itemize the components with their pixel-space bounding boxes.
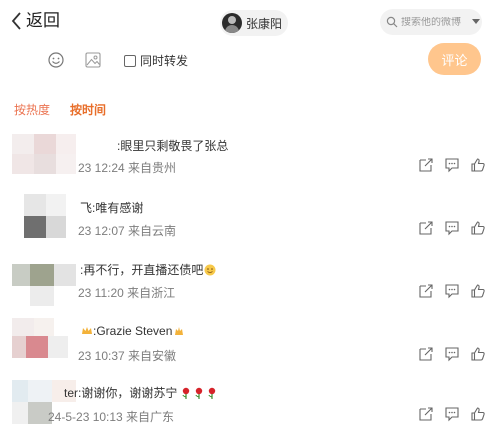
comment-text: :Grazie Steven bbox=[80, 324, 185, 338]
comment-item: :Grazie Steven 23 10:37 来自安徽 bbox=[0, 318, 500, 380]
comment-icon[interactable] bbox=[444, 283, 460, 299]
compose-toolbar: 同时转发 bbox=[0, 44, 500, 76]
comment-text-content: :Grazie Steven bbox=[93, 324, 173, 338]
comment-meta: 23 12:07 来自云南 bbox=[78, 224, 177, 238]
comment-text: ter:谢谢你，谢谢苏宁 bbox=[64, 384, 218, 401]
share-icon[interactable] bbox=[418, 157, 434, 173]
share-icon[interactable] bbox=[418, 346, 434, 362]
comment-item: ter:谢谢你，谢谢苏宁 24-5-23 10:13 来自广东 bbox=[0, 378, 500, 440]
rose-emoji-icon bbox=[208, 387, 216, 399]
comment-icon[interactable] bbox=[444, 157, 460, 173]
blurred-avatar bbox=[12, 134, 76, 194]
tab-sort-hot[interactable]: 按热度 bbox=[14, 101, 50, 118]
comment-text: :眼里只剩敬畏了张总 bbox=[117, 139, 229, 153]
like-icon[interactable] bbox=[470, 220, 486, 236]
share-icon[interactable] bbox=[418, 406, 434, 422]
smile-emoji-icon bbox=[204, 264, 216, 276]
comment-meta: 23 12:24 来自贵州 bbox=[78, 161, 177, 175]
avatar bbox=[222, 13, 242, 33]
comment-meta: 24-5-23 10:13 来自广东 bbox=[48, 410, 175, 424]
like-icon[interactable] bbox=[470, 346, 486, 362]
comment-item: :眼里只剩敬畏了张总 23 12:24 来自贵州 bbox=[0, 132, 500, 194]
repost-label: 同时转发 bbox=[140, 54, 189, 68]
user-name: 张康阳 bbox=[246, 16, 283, 31]
rose-emoji-icon bbox=[195, 387, 203, 399]
chevron-left-icon bbox=[11, 12, 21, 30]
like-icon[interactable] bbox=[470, 406, 486, 422]
repost-checkbox[interactable] bbox=[124, 54, 136, 67]
comment-actions bbox=[418, 157, 496, 173]
crown-emoji-icon bbox=[82, 327, 92, 334]
comment-meta: 23 10:37 来自安徽 bbox=[78, 349, 177, 363]
comment-button[interactable]: 评论 bbox=[428, 43, 481, 75]
blurred-avatar bbox=[12, 318, 76, 378]
comment-meta: 23 11:20 来自浙江 bbox=[78, 286, 176, 300]
repost-toggle[interactable]: 同时转发 bbox=[124, 52, 188, 69]
comment-item: 飞:唯有感谢 23 12:07 来自云南 bbox=[0, 194, 500, 256]
blurred-avatar bbox=[12, 258, 76, 318]
image-icon[interactable] bbox=[84, 51, 102, 69]
comment-actions bbox=[418, 220, 496, 236]
clap-emoji-icon bbox=[175, 327, 184, 335]
share-icon[interactable] bbox=[418, 220, 434, 236]
share-icon[interactable] bbox=[418, 283, 434, 299]
comment-text-content: ter:谢谢你，谢谢苏宁 bbox=[64, 386, 178, 400]
comment-actions bbox=[418, 283, 496, 299]
comment-text: :再不行，开直播还债吧 bbox=[80, 261, 216, 278]
comment-item: :再不行，开直播还债吧 23 11:20 来自浙江 bbox=[0, 256, 500, 318]
comment-text: 飞:唯有感谢 bbox=[80, 201, 144, 215]
caret-down-icon[interactable] bbox=[472, 19, 480, 25]
search-input[interactable] bbox=[401, 16, 471, 28]
search-box[interactable] bbox=[380, 9, 482, 35]
tab-sort-time[interactable]: 按时间 bbox=[70, 101, 106, 118]
emoji-icon[interactable] bbox=[47, 51, 65, 69]
top-bar: 返回 张康阳 bbox=[0, 0, 500, 44]
comment-text-content: :再不行，开直播还债吧 bbox=[80, 263, 204, 277]
like-icon[interactable] bbox=[470, 157, 486, 173]
search-icon bbox=[386, 16, 398, 28]
back-button[interactable]: 返回 bbox=[10, 10, 60, 32]
blurred-avatar bbox=[12, 194, 76, 254]
comment-actions bbox=[418, 406, 496, 422]
rose-emoji-icon bbox=[182, 387, 190, 399]
back-label: 返回 bbox=[26, 11, 60, 30]
comment-icon[interactable] bbox=[444, 346, 460, 362]
comment-icon[interactable] bbox=[444, 406, 460, 422]
comment-actions bbox=[418, 346, 496, 362]
user-chip[interactable]: 张康阳 bbox=[220, 10, 289, 36]
like-icon[interactable] bbox=[470, 283, 486, 299]
comment-icon[interactable] bbox=[444, 220, 460, 236]
